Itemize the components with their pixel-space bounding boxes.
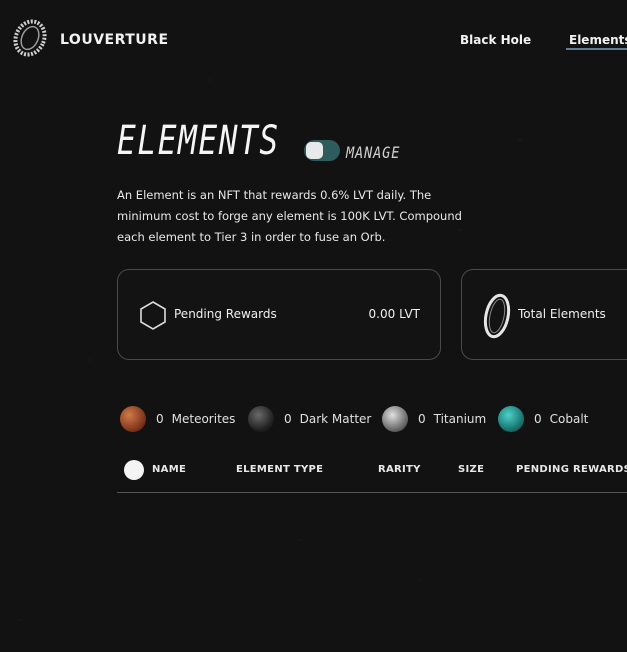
nav-black-hole[interactable]: Black Hole [460, 33, 531, 47]
column-element-type[interactable]: ELEMENT TYPE [236, 464, 323, 475]
select-all-radio[interactable] [124, 460, 144, 480]
total-elements-label: Total Elements [518, 307, 606, 321]
pending-rewards-value: 0.00 LVT [368, 307, 420, 321]
pending-rewards-label: Pending Rewards [174, 307, 277, 321]
dark-matter-orb-icon [248, 406, 274, 432]
titanium-count: 0 [418, 412, 426, 426]
total-elements-card: Total Elements [461, 269, 627, 360]
page-title: ELEMENTS [117, 118, 280, 164]
column-size[interactable]: SIZE [458, 464, 484, 475]
pending-rewards-card: Pending Rewards 0.00 LVT [117, 269, 441, 360]
meteorites-label: Meteorites [171, 412, 236, 426]
brand-name[interactable]: LOUVERTURE [60, 32, 169, 48]
column-rarity[interactable]: RARITY [378, 464, 421, 475]
column-name[interactable]: NAME [152, 464, 186, 475]
toggle-knob [306, 142, 323, 159]
page-description: An Element is an NFT that rewards 0.6% L… [117, 188, 462, 244]
hexagon-icon [140, 301, 166, 330]
nav-elements[interactable]: Elements [569, 33, 627, 47]
ring-icon [483, 293, 511, 339]
cobalt-orb-icon [498, 406, 524, 432]
cobalt-label: Cobalt [549, 412, 589, 426]
nav-active-underline [566, 48, 627, 50]
cobalt-count: 0 [534, 412, 542, 426]
ring-logo-icon[interactable] [12, 18, 48, 58]
column-pending-rewards[interactable]: PENDING REWARDS [516, 464, 627, 475]
manage-toggle[interactable] [304, 140, 340, 161]
meteorites-count: 0 [156, 412, 164, 426]
dark-matter-label: Dark Matter [299, 412, 372, 426]
manage-label[interactable]: MANAGE [346, 143, 400, 162]
meteorite-orb-icon [120, 406, 146, 432]
dark-matter-count: 0 [284, 412, 292, 426]
titanium-label: Titanium [433, 412, 487, 426]
elements-table-header: NAME ELEMENT TYPE RARITY SIZE PENDING RE… [117, 458, 627, 493]
top-navbar: LOUVERTURE Black Hole Elements [0, 0, 627, 80]
titanium-orb-icon [382, 406, 408, 432]
